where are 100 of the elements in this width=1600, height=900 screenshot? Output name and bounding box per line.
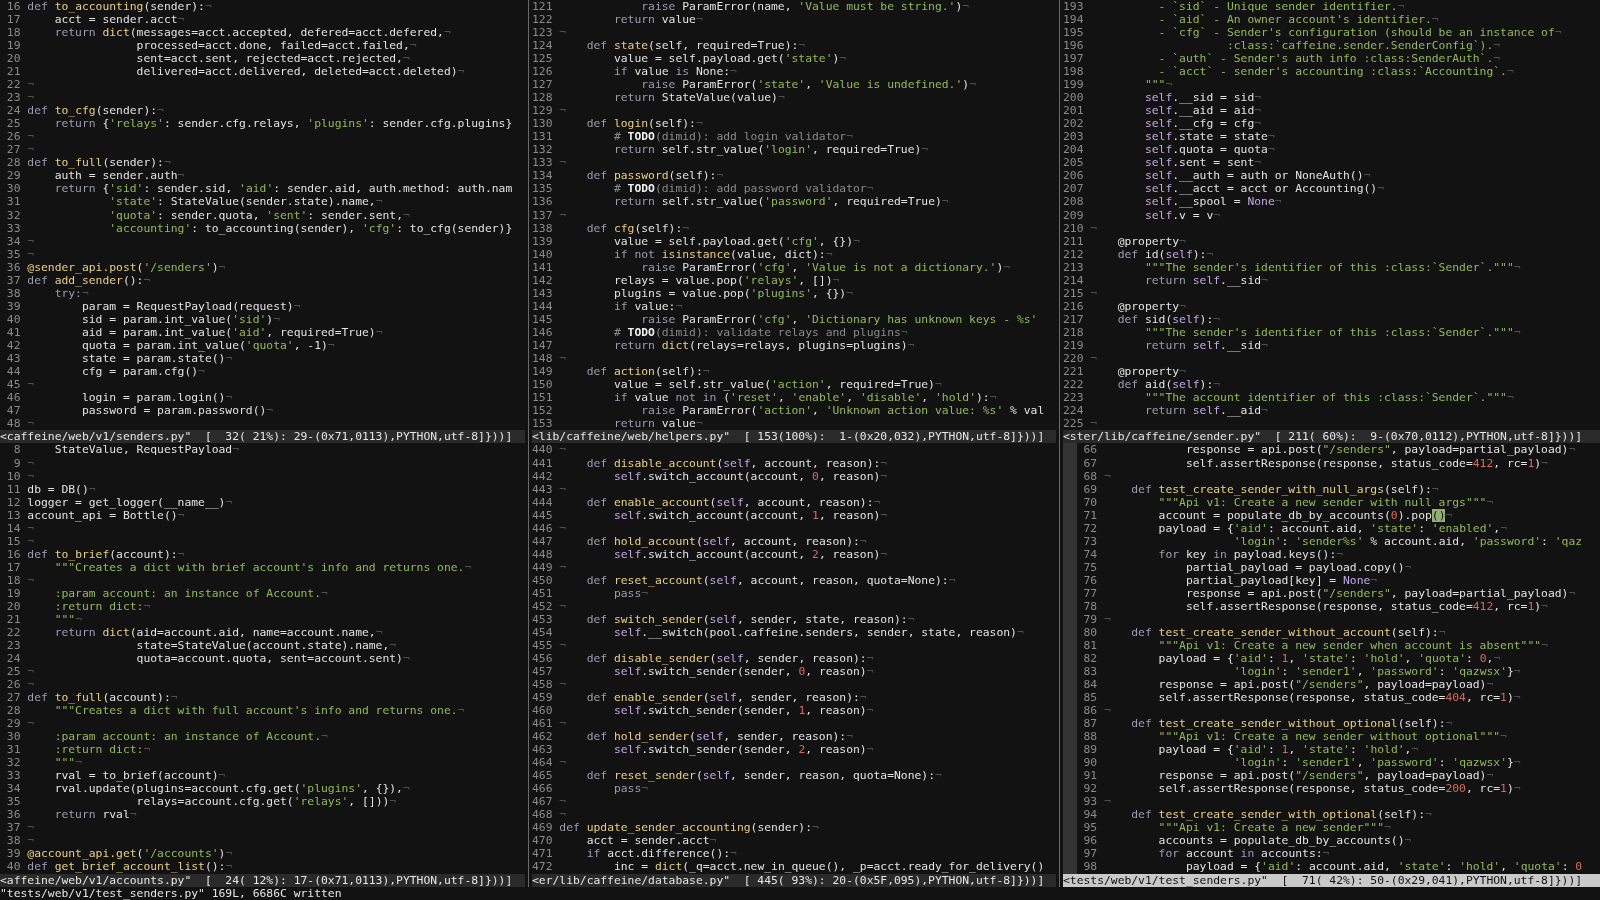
line-number: 211 xyxy=(1063,234,1084,248)
code-line: delivered=acct.delivered, deleted=acct.deleted)¬ xyxy=(135,65,465,79)
line-number: 470 xyxy=(532,834,553,848)
code-line: """¬ xyxy=(1143,78,1173,92)
line-number: 81 xyxy=(1082,638,1098,652)
line-number: 457 xyxy=(532,665,553,679)
code-line: def update_sender_accounting(sender):¬ xyxy=(559,821,819,835)
code-line: value = self.str_value('action', required=True)¬ xyxy=(612,377,942,391)
line-number: 207 xyxy=(1063,182,1084,196)
code-line: def reset_account(self, account, reason, quota=None):¬ xyxy=(585,573,956,587)
line-number: 13 xyxy=(5,508,21,522)
code-line: self.__spool = None¬ xyxy=(1143,195,1282,209)
line-number: 449 xyxy=(532,560,553,574)
code-line: @property¬ xyxy=(1116,234,1186,248)
code-line: raise ParamError('cfg', 'Dictionary has unknown keys - %s' xyxy=(640,312,1038,326)
code-line: ¬ xyxy=(27,469,35,483)
line-number: 224 xyxy=(1063,403,1084,417)
line-number: 28 xyxy=(5,704,21,718)
line-number: 198 xyxy=(1063,65,1084,79)
line-number: 40 xyxy=(5,860,21,874)
code-line: ¬ xyxy=(559,482,567,496)
code-line: ¬ xyxy=(559,599,567,613)
code-line: self.switch_account(account, 0, reason)¬ xyxy=(612,469,888,483)
code-line: # TODO(dimid): add password validator¬ xyxy=(612,182,874,196)
line-number: 136 xyxy=(532,195,553,209)
code-line: def reset_sender(self, sender, reason, quota=None):¬ xyxy=(585,769,942,783)
line-number: 196 xyxy=(1063,39,1084,53)
line-number: 25 xyxy=(5,117,21,131)
line-number: 39 xyxy=(5,299,21,313)
line-number: 455 xyxy=(532,638,553,652)
line-number: 138 xyxy=(532,221,553,235)
line-number: 12 xyxy=(5,495,21,509)
code-line: return dict(aid=account.aid, name=account.name,¬ xyxy=(53,625,383,639)
line-number: 442 xyxy=(532,469,553,483)
code-line: auth = sender.auth¬ xyxy=(53,169,185,183)
line-number: 464 xyxy=(532,756,553,770)
line-number: 85 xyxy=(1082,691,1098,705)
code-line: :param account: an instance of Account.¬ xyxy=(53,730,328,744)
line-number: 48 xyxy=(5,417,21,431)
code-line: ¬ xyxy=(559,678,567,692)
code-line: StateValue, RequestPayload¬ xyxy=(53,443,240,457)
line-number: 95 xyxy=(1082,821,1098,835)
line-number: 144 xyxy=(532,299,553,313)
line-number: 447 xyxy=(532,534,553,548)
code-line: payload = {'aid': 1, 'state': 'hold', 'quota': 0,¬ xyxy=(1157,651,1501,665)
line-number: 28 xyxy=(5,156,21,170)
code-line: relays = value.pop('relays', [])¬ xyxy=(612,273,840,287)
code-line: return self.__sid¬ xyxy=(1143,338,1268,352)
line-number: 195 xyxy=(1063,26,1084,40)
code-line: response = api.post("/senders", payload=payload)¬ xyxy=(1157,769,1494,783)
code-line: if value is None:¬ xyxy=(612,65,737,79)
line-number: 16 xyxy=(5,547,21,561)
code-line: accounts = populate_db_by_accounts()¬ xyxy=(1157,834,1412,848)
line-number: 135 xyxy=(532,182,553,196)
code-line: ¬ xyxy=(559,638,567,652)
line-number: 137 xyxy=(532,208,553,222)
line-number: 140 xyxy=(532,247,553,261)
line-number: 20 xyxy=(5,52,21,66)
line-number: 18 xyxy=(5,573,21,587)
line-number: 148 xyxy=(532,351,553,365)
line-number: 209 xyxy=(1063,208,1084,222)
line-number: 39 xyxy=(5,847,21,861)
code-line: response = api.post("/senders", payload=partial_payload)¬ xyxy=(1184,443,1576,457)
line-number: 24 xyxy=(5,104,21,118)
code-line: self.assertResponse(response, status_code=412, rc=1)¬ xyxy=(1184,599,1548,613)
code-line: for key in payload.keys():¬ xyxy=(1157,547,1344,561)
line-number: 98 xyxy=(1082,860,1098,874)
line-number: 208 xyxy=(1063,195,1084,209)
line-number: 32 xyxy=(5,208,21,222)
line-number: 40 xyxy=(5,312,21,326)
code-line: """¬ xyxy=(53,756,82,770)
code-line: :param account: an instance of Account.¬ xyxy=(53,586,328,600)
line-number: 36 xyxy=(5,808,21,822)
line-number: 15 xyxy=(5,534,21,548)
code-line: def enable_sender(self, sender, reason):¬ xyxy=(585,691,867,705)
code-line: def to_cfg(sender):¬ xyxy=(27,104,164,118)
line-number: 451 xyxy=(532,586,553,600)
code-line: quota=account.quota, sent=account.sent)¬ xyxy=(135,651,410,665)
message-line: "tests/web/v1/test_senders.py" 169L, 6686C written xyxy=(0,886,342,900)
line-number: 217 xyxy=(1063,312,1084,326)
line-number: 47 xyxy=(5,403,21,417)
line-number: 31 xyxy=(5,743,21,757)
code-line: ¬ xyxy=(1090,286,1098,300)
code-line: password = param.password()¬ xyxy=(80,403,274,417)
code-line: ¬ xyxy=(1103,612,1111,626)
line-number: 452 xyxy=(532,599,553,613)
code-line: self.__sid = sid¬ xyxy=(1143,91,1262,105)
line-number: 205 xyxy=(1063,156,1084,170)
code-line: def cfg(self):¬ xyxy=(585,221,690,235)
line-number: 75 xyxy=(1082,560,1098,574)
line-number: 22 xyxy=(5,625,21,639)
code-line: ¬ xyxy=(27,143,35,157)
line-number: 145 xyxy=(532,312,553,326)
line-number: 33 xyxy=(5,769,21,783)
code-line: cfg = param.cfg()¬ xyxy=(80,364,205,378)
code-line: return self.str_value('login', required=True)¬ xyxy=(612,143,929,157)
code-line: self.v = v¬ xyxy=(1143,208,1221,222)
code-line: ¬ xyxy=(27,665,35,679)
code-line: quota = param.int_value('quota', -1)¬ xyxy=(80,338,335,352)
code-line: 'state': StateValue(sender.state).name,¬ xyxy=(108,195,383,209)
